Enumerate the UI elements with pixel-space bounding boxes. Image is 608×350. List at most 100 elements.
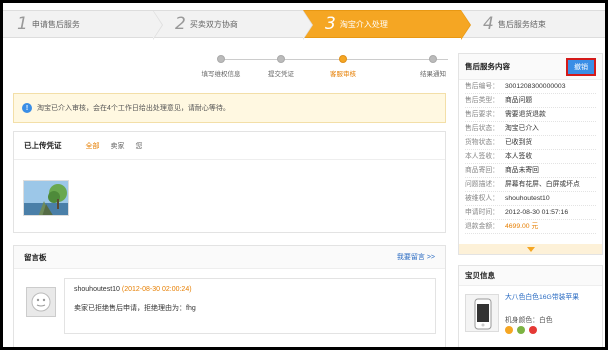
review-progress: 填写维权信息 提交凭证 客服审核 结果通知 [202,53,448,79]
goods-image[interactable] [465,294,499,332]
step-arrow [303,11,312,39]
badge-icon [505,326,513,334]
badge-icon [517,326,525,334]
progress-label: 结果通知 [420,71,446,78]
progress-node-result: 结果通知 [403,53,463,78]
service-row-key: 货物状态： [465,139,499,146]
evidence-header: 已上传凭证 全部 卖家 您 [14,132,445,160]
service-row: 货物状态： 已收到货 [465,136,596,150]
badge-icon [529,326,537,334]
service-panel: 售后服务内容 撤销 售后编号： 3001208300000003 售后类型： 商品问题… [458,53,603,255]
service-row: 退款金额： 4699.00 元 [465,220,596,234]
progress-dot-active [339,55,347,63]
service-header: 售后服务内容 撤销 [459,54,602,80]
service-row-value: 商品未寄回 [505,167,539,174]
service-row-key: 本人签收： [465,153,499,160]
service-row: 售后类型： 商品问题 [465,94,596,108]
service-row: 售后编号： 3001208300000003 [465,80,596,94]
service-row-key: 申请时间： [465,209,499,216]
service-row: 申请时间： 2012-08-30 01:57:16 [465,206,596,220]
evidence-thumbnail[interactable] [23,180,69,216]
step-4: 4 售后服务结束 [461,10,605,38]
service-details: 售后编号： 3001208300000003 售后类型： 商品问题 售后要求： 需要退货退… [459,80,602,234]
service-row: 被维权人： shouhoutest10 [465,192,596,206]
service-row-key: 被维权人： [465,195,499,202]
step-2-label: 买卖双方协商 [189,19,238,29]
notice-banner: ! 淘宝已介入审核，会在4个工作日给出处理意见，请耐心等待。 [13,93,446,123]
service-row: 商品寄回： 商品未寄回 [465,164,596,178]
service-row-value: 4699.00 元 [505,223,539,230]
user-avatar-icon [31,292,51,312]
service-row-key: 售后编号： [465,83,499,90]
step-3-number: 3 [325,14,336,34]
progress-label: 提交凭证 [268,71,294,78]
service-footer[interactable] [459,244,602,254]
progress-dot [277,55,285,63]
service-row-value: 屏幕有花屏、白屏或坏点 [505,181,580,188]
goods-color: 机身颜色：白色 [505,317,553,324]
service-row-value: 需要退货退款 [505,111,546,118]
message-item: shouhoutest10 (2012-08-30 02:00:24) 卖家已拒… [64,278,436,334]
message-user: shouhoutest10 [74,286,120,293]
step-1-number: 1 [17,14,28,34]
leave-message-link[interactable]: 我要留言 >> [397,252,435,262]
step-bar: 1 申请售后服务 2 买卖双方协商 3 淘宝介入处理 4 售后服务结束 [3,10,605,40]
evidence-tab-you[interactable]: 您 [136,141,143,151]
progress-label: 客服审核 [330,71,356,78]
progress-node-submit: 提交凭证 [251,53,311,78]
step-2: 2 买卖双方协商 [153,10,313,40]
service-row: 售后要求： 需要退货退款 [465,108,596,122]
service-row: 本人签收： 本人签收 [465,150,596,164]
evidence-tab-all[interactable]: 全部 [86,141,100,151]
message-text: 卖家已拒绝售后申请，拒绝理由为：fhg [74,305,196,312]
service-row-key: 退款金额： [465,223,499,230]
step-arrow [153,11,162,39]
progress-node-review: 客服审核 [313,53,373,78]
step-4-label: 售后服务结束 [497,19,546,29]
progress-dot [429,55,437,63]
message-board: 留言板 我要留言 >> shouhoutest10 (2012-08-30 02… [13,245,446,347]
message-time: (2012-08-30 02:00:24) [121,286,192,293]
goods-header: 宝贝信息 [459,266,602,286]
step-arrow [461,11,470,39]
step-2-number: 2 [175,14,186,34]
progress-dot [217,55,225,63]
revoke-button[interactable]: 撤销 [566,57,596,76]
landscape-image-icon [24,181,68,215]
step-4-number: 4 [483,14,494,34]
service-row-key: 问题描述： [465,181,499,188]
chevron-down-icon [526,246,535,252]
service-row-value: 2012-08-30 01:57:16 [505,209,569,216]
service-row-key: 售后要求： [465,111,499,118]
board-header: 留言板 我要留言 >> [14,246,445,269]
service-row: 问题描述： 屏幕有花屏、白屏或坏点 [465,178,596,192]
service-title: 售后服务内容 [465,62,510,71]
step-1: 1 申请售后服务 [3,10,163,40]
goods-badges [505,326,537,334]
goods-title: 宝贝信息 [465,271,495,280]
service-row: 售后状态： 淘宝已介入 [465,122,596,136]
message-header: shouhoutest10 (2012-08-30 02:00:24) [74,286,426,293]
evidence-title: 已上传凭证 [24,141,62,150]
goods-name[interactable]: 大八色白色16G带装苹果 [505,293,599,303]
service-row-key: 售后状态： [465,125,499,132]
evidence-panel: 已上传凭证 全部 卖家 您 [13,131,446,233]
service-row-value: 淘宝已介入 [505,125,539,132]
board-title: 留言板 [24,252,47,262]
step-3-active: 3 淘宝介入处理 [303,10,471,40]
goods-panel: 宝贝信息 大八色白色16G带装苹果 机身颜色：白色 [458,265,603,347]
evidence-tab-seller[interactable]: 卖家 [111,141,125,151]
phone-image-icon [474,298,492,330]
service-row-value: 本人签收 [505,153,533,160]
avatar [26,287,56,317]
progress-label: 填写维权信息 [201,71,241,78]
step-1-label: 申请售后服务 [31,19,80,29]
progress-node-fill-info: 填写维权信息 [191,53,251,78]
info-icon: ! [22,103,32,113]
service-row-value: shouhoutest10 [505,195,550,202]
service-row-value: 已收到货 [505,139,533,146]
service-row-key: 售后类型： [465,97,499,104]
service-row-key: 商品寄回： [465,167,499,174]
service-row-value: 商品问题 [505,97,533,104]
step-3-label: 淘宝介入处理 [339,19,388,29]
